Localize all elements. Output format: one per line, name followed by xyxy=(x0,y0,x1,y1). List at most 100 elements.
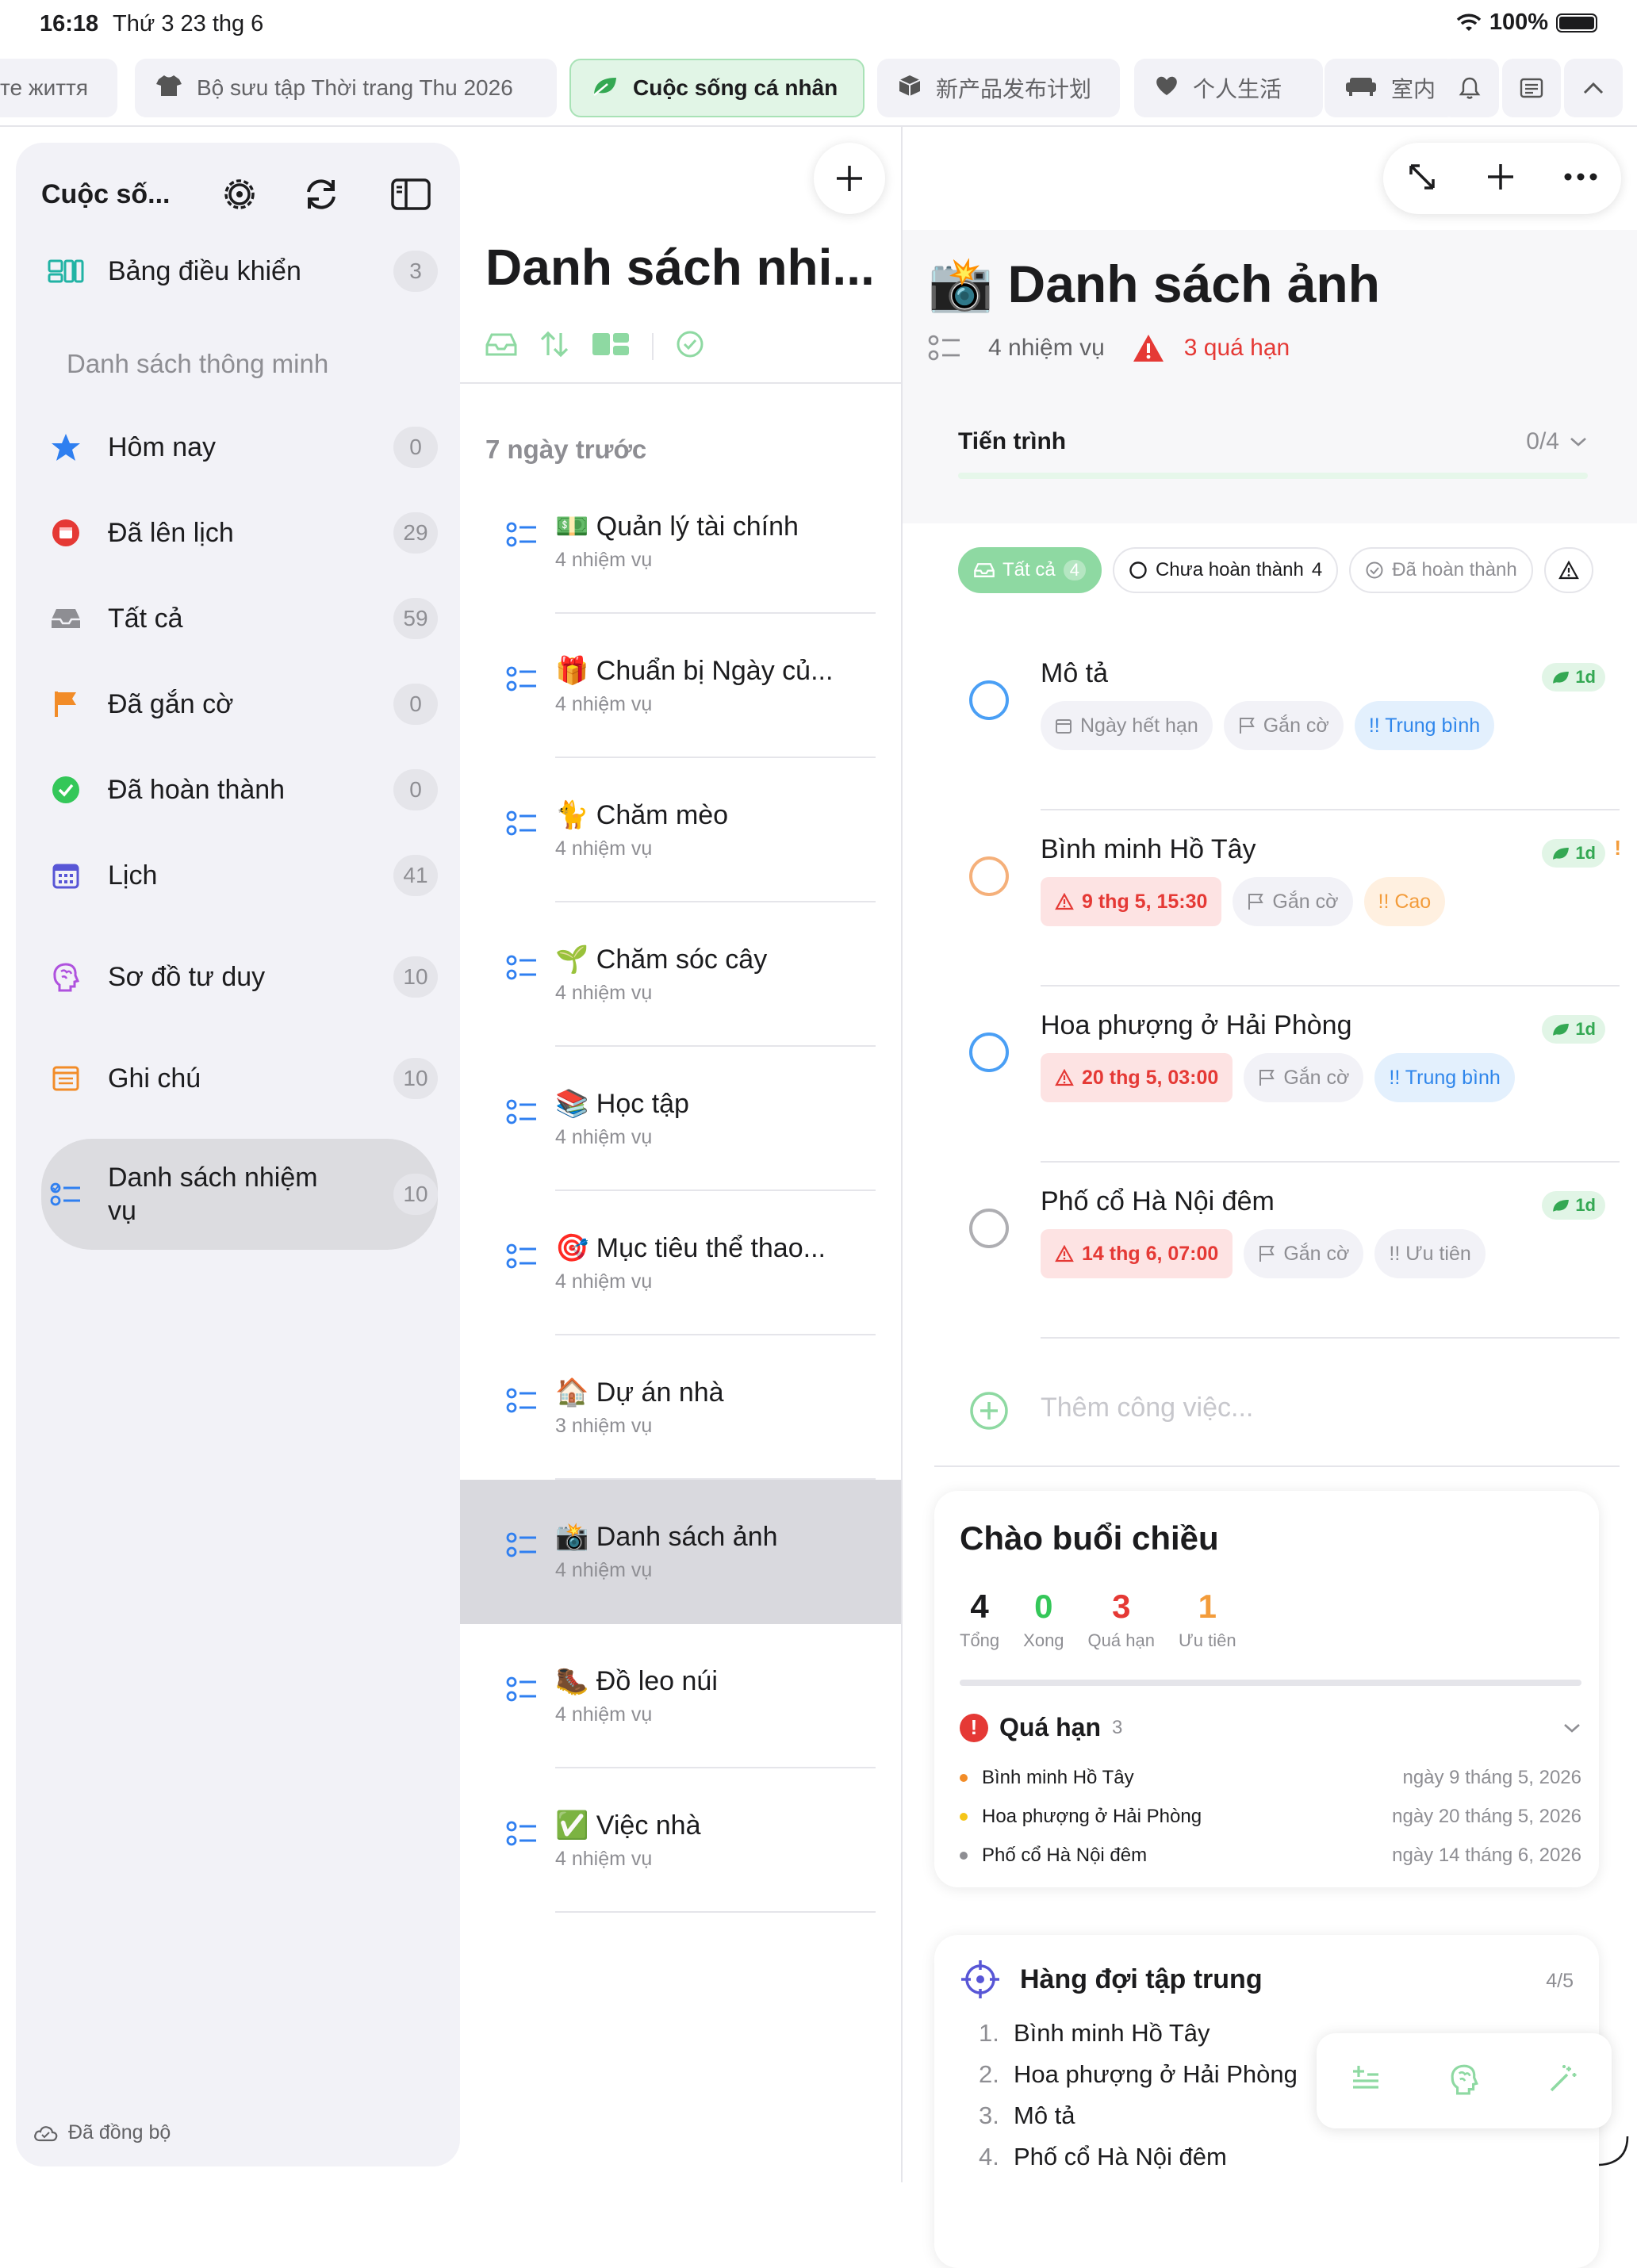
tab-ukrainian[interactable]: те життя xyxy=(0,59,117,117)
stat-value: 3 xyxy=(1112,1588,1131,1625)
add-circle-icon xyxy=(970,1392,1008,1430)
add-task-button[interactable] xyxy=(1485,161,1516,197)
flag-chip[interactable]: Gắn cờ xyxy=(1244,1229,1364,1278)
plus-icon xyxy=(837,166,862,191)
age-badge: 1d xyxy=(1542,839,1605,868)
tab-new-product[interactable]: 新产品发布计划 xyxy=(877,59,1120,117)
sidebar-item-flagged[interactable]: Đã gắn cờ 0 xyxy=(41,672,438,736)
reader-button[interactable] xyxy=(1502,59,1561,117)
tab-fashion[interactable]: Bộ sưu tập Thời trang Thu 2026 xyxy=(135,59,557,117)
sidebar-item-label: Đã hoàn thành xyxy=(108,775,286,805)
more-button[interactable] xyxy=(1563,171,1598,186)
focus-header: Hàng đợi tập trung xyxy=(960,1959,1263,2000)
sidebar-item-calendar[interactable]: Lịch 41 xyxy=(41,844,438,907)
notification-button[interactable] xyxy=(1440,59,1499,117)
flag-chip[interactable]: Gắn cờ xyxy=(1223,701,1344,750)
sidebar-item-dashboard[interactable]: Bảng điều khiển 3 xyxy=(41,239,438,303)
sidebar-item-label: Ghi chú xyxy=(108,1063,201,1094)
priority-chip[interactable]: !! Cao xyxy=(1363,877,1446,926)
mind-map-button[interactable] xyxy=(1449,2063,1479,2099)
overdue-header[interactable]: ! Quá hạn 3 xyxy=(960,1713,1581,1742)
flag-chip[interactable]: Gắn cờ xyxy=(1244,1053,1364,1102)
list-item[interactable]: 🐈 Chăm mèo 4 nhiệm vụ xyxy=(460,758,901,902)
sidebar-item-mindmap[interactable]: Sơ đồ tư duy 10 xyxy=(41,945,438,1009)
list-item[interactable]: 🎯 Mục tiêu thể thao... 4 nhiệm vụ xyxy=(460,1191,901,1335)
list-item[interactable]: 🎁 Chuẩn bị Ngày củ... 4 nhiệm vụ xyxy=(460,614,901,758)
sidebar-title[interactable]: Cuộc số... xyxy=(41,179,205,210)
add-task-row[interactable]: Thêm công việc... xyxy=(958,1372,1620,1451)
dot-icon xyxy=(960,1813,968,1821)
chevron-up-icon xyxy=(1583,82,1604,94)
focus-item[interactable]: 2. Hoa phượng ở Hải Phòng xyxy=(979,2060,1298,2089)
progress-section[interactable]: Tiến trình 0/4 xyxy=(958,428,1588,479)
task-checkbox[interactable] xyxy=(969,856,1009,896)
focus-item[interactable]: 4. Phố cổ Hà Nội đêm xyxy=(979,2143,1227,2171)
flag-chip[interactable]: Gắn cờ xyxy=(1233,877,1353,926)
add-task-placeholder: Thêm công việc... xyxy=(1041,1393,1254,1423)
count-badge: 10 xyxy=(393,956,438,998)
task-row[interactable]: Bình minh Hồ Tây 1d! 9 thg 5, 15:30 Gắn cờ!… xyxy=(958,810,1621,987)
sidebar-item-completed[interactable]: Đã hoàn thành 0 xyxy=(41,758,438,822)
overdue-item[interactable]: Phố cổ Hà Nội đêm ngày 14 tháng 6, 2026 xyxy=(960,1840,1581,1871)
due-date-chip[interactable]: 9 thg 5, 15:30 xyxy=(1041,877,1222,926)
stat-label: Quá hạn xyxy=(1087,1630,1155,1650)
sort-button[interactable] xyxy=(539,330,569,362)
sync-button[interactable] xyxy=(274,174,368,214)
tab-private-life[interactable]: 个人生活 xyxy=(1134,59,1323,117)
greeting: Chào buổi chiều xyxy=(960,1519,1219,1557)
task-checkbox[interactable] xyxy=(969,680,1009,720)
due-date-chip[interactable]: Ngày hết hạn xyxy=(1041,701,1213,750)
add-list-button[interactable] xyxy=(814,143,885,214)
list-title: Danh sách ảnh xyxy=(596,1522,778,1552)
resize-grip-icon[interactable] xyxy=(1596,2133,1631,2168)
expand-button[interactable] xyxy=(1406,161,1438,197)
toggle-sidebar-button[interactable] xyxy=(368,178,454,211)
inbox-filter-button[interactable] xyxy=(485,331,517,361)
sidebar-item-task-lists[interactable]: Danh sách nhiệm vụ 10 xyxy=(41,1139,438,1250)
sidebar-item-today[interactable]: Hôm nay 0 xyxy=(41,416,438,479)
filter-overdue[interactable] xyxy=(1543,547,1593,593)
tab-interior[interactable]: 室内 xyxy=(1325,59,1458,117)
task-row[interactable]: Mô tả 1d Ngày hết hạn Gắn cờ !! Trung bình xyxy=(958,634,1620,810)
task-checkbox[interactable] xyxy=(969,1209,1009,1248)
dot-icon xyxy=(960,1852,968,1860)
chevron-down-icon xyxy=(1570,438,1586,446)
priority-chip[interactable]: !! Trung bình xyxy=(1354,701,1495,750)
sidebar-item-all[interactable]: Tất cả 59 xyxy=(41,587,438,650)
tab-label: 新产品发布计划 xyxy=(936,77,1092,102)
focus-item[interactable]: 1. Bình minh Hồ Tây xyxy=(979,2019,1210,2048)
overdue-item[interactable]: Hoa phượng ở Hải Phòng ngày 20 tháng 5, 2… xyxy=(960,1801,1581,1833)
list-item[interactable]: 🌱 Chăm sóc cây 4 nhiệm vụ xyxy=(460,902,901,1047)
task-row[interactable]: Hoa phượng ở Hải Phòng 1d 20 thg 5, 03:00 G… xyxy=(958,987,1620,1163)
settings-button[interactable] xyxy=(205,174,274,214)
task-row[interactable]: Phố cổ Hà Nội đêm 1d 14 thg 6, 07:00 Gắn cờ… xyxy=(958,1163,1620,1339)
list-item[interactable]: 🥾 Đồ leo núi 4 nhiệm vụ xyxy=(460,1624,901,1768)
list-item[interactable]: ✅ Việc nhà 4 nhiệm vụ xyxy=(460,1768,901,1913)
view-mode-button[interactable] xyxy=(592,332,630,360)
filter-all[interactable]: Tất cả 4 xyxy=(958,547,1102,593)
filter-incomplete[interactable]: Chưa hoàn thành 4 xyxy=(1112,547,1339,593)
filter-completed[interactable]: Đã hoàn thành xyxy=(1349,547,1533,593)
due-date-chip[interactable]: 20 thg 5, 03:00 xyxy=(1041,1053,1233,1102)
focus-item[interactable]: 3. Mô tả xyxy=(979,2101,1075,2130)
priority-chip[interactable]: !! Trung bình xyxy=(1374,1053,1515,1102)
toolbar-divider xyxy=(652,332,654,360)
quick-add-button[interactable] xyxy=(1350,2065,1382,2098)
show-completed-button[interactable] xyxy=(676,330,704,362)
overdue-item[interactable]: Bình minh Hồ Tây ngày 9 tháng 5, 2026 xyxy=(960,1762,1581,1794)
magic-button[interactable] xyxy=(1547,2063,1578,2099)
list-item[interactable]: 💵 Quản lý tài chính 4 nhiệm vụ xyxy=(460,469,901,614)
sync-status: Đã đồng bộ xyxy=(33,2121,171,2144)
list-emoji: 📸 xyxy=(555,1522,589,1552)
sidebar-item-notes[interactable]: Ghi chú 10 xyxy=(41,1047,438,1110)
task-checkbox[interactable] xyxy=(969,1032,1009,1072)
collapse-tabs-button[interactable] xyxy=(1564,59,1623,117)
sidebar-item-scheduled[interactable]: Đã lên lịch 29 xyxy=(41,501,438,565)
priority-chip[interactable]: !! Ưu tiên xyxy=(1374,1229,1486,1278)
list-item[interactable]: 📸 Danh sách ảnh 4 nhiệm vụ xyxy=(460,1480,901,1624)
list-item[interactable]: 📚 Học tập 4 nhiệm vụ xyxy=(460,1047,901,1191)
due-date-chip[interactable]: 14 thg 6, 07:00 xyxy=(1041,1229,1233,1278)
tab-personal-life[interactable]: Cuộc sống cá nhân xyxy=(569,59,865,117)
list-item[interactable]: 🏠 Dự án nhà 3 nhiệm vụ xyxy=(460,1335,901,1480)
grid-icon xyxy=(592,333,629,355)
